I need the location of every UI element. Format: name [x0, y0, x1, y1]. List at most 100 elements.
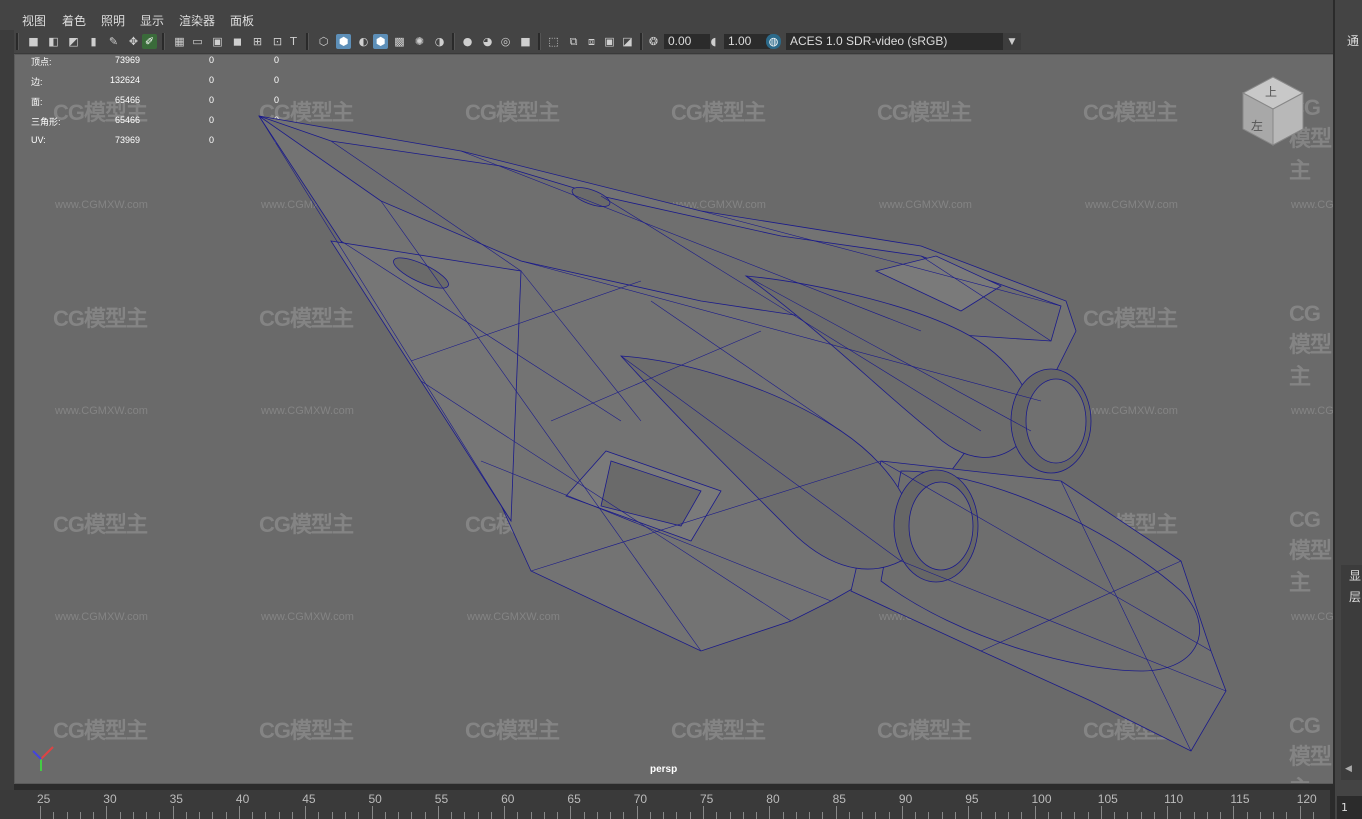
menu-show[interactable]: 显示	[140, 12, 164, 29]
timeline-tick-mark	[543, 812, 545, 819]
layer-tab[interactable]: 层	[1349, 588, 1361, 605]
gamma-icon[interactable]: ◖	[706, 34, 721, 49]
timeline-tick-mark	[358, 812, 360, 819]
timeline-tick-mark	[1233, 806, 1235, 819]
timeline-tick-mark	[40, 806, 41, 819]
exposure-icon[interactable]: ❂	[646, 34, 661, 49]
time-slider[interactable]: 25 30 35 40 45 50 55 60 65 70 75 80 85 90 95 100 105 110 1…	[0, 790, 1330, 819]
right-panel: 通 显 层 ◀ 1	[1333, 0, 1362, 819]
timeline-tick-mark	[172, 806, 174, 819]
timeline-tick-label: 60	[501, 792, 515, 806]
xray-icon[interactable]: ⧉	[566, 34, 581, 49]
timeline-tick-mark	[862, 812, 864, 819]
menu-lighting[interactable]: 照明	[101, 12, 125, 29]
timeline-tick-mark	[729, 812, 731, 819]
axis-gizmo-icon	[32, 746, 54, 771]
camera-select-icon[interactable]: ■	[26, 34, 41, 49]
timeline-tick-mark	[185, 812, 187, 819]
smooth-shade-icon[interactable]: ⬢	[336, 34, 351, 49]
scroll-left-icon[interactable]: ◀	[1345, 764, 1352, 774]
film-gate-icon[interactable]: ▭	[190, 34, 205, 49]
timeline-tick-mark	[809, 812, 811, 819]
timeline-tick-mark	[1180, 812, 1182, 819]
timeline-tick-label: 40	[235, 792, 250, 806]
timeline-tick-label: 100	[1031, 792, 1052, 806]
color-management-dropdown[interactable]: ACES 1.0 SDR-video (sRGB)	[786, 33, 1006, 50]
timeline-tick-mark	[596, 812, 598, 819]
timeline-tick-mark	[1021, 812, 1023, 819]
backface-culling-icon[interactable]: ◪	[620, 34, 635, 49]
resolution-gate-icon[interactable]: ▣	[210, 34, 225, 49]
channel-box-tab[interactable]: 通	[1347, 32, 1359, 49]
timeline-tick-mark	[848, 812, 850, 819]
lights-icon[interactable]: ✺	[412, 34, 427, 49]
timeline-tick-mark	[490, 812, 492, 819]
xray-active-icon[interactable]: ▣	[602, 34, 617, 49]
field-chart-icon[interactable]: ⊞	[250, 34, 265, 49]
default-material-icon[interactable]: ◐	[356, 34, 371, 49]
timeline-tick-mark	[278, 812, 280, 819]
timeline-tick-mark	[742, 812, 744, 819]
motion-blur-icon[interactable]: ◕	[480, 34, 495, 49]
xray-joints-icon[interactable]: ⧈	[584, 34, 599, 49]
menu-bar: 视图 着色 照明 显示 渲染器 面板	[0, 0, 1333, 30]
wireframe-on-shaded-icon[interactable]: ⬢	[373, 34, 388, 49]
menu-panels[interactable]: 面板	[230, 12, 254, 29]
bookmark-icon[interactable]: ◩	[66, 34, 81, 49]
timeline-tick-mark	[1061, 812, 1063, 819]
menu-renderer[interactable]: 渲染器	[179, 12, 215, 29]
isolate-select-icon[interactable]: ⬚	[546, 34, 561, 49]
camera-label: persp	[650, 764, 678, 775]
timeline-tick-mark	[623, 812, 625, 819]
timeline-tick-label: 85	[832, 792, 846, 806]
timeline-tick-mark	[1034, 806, 1036, 819]
grid-icon[interactable]: ▦	[172, 34, 187, 49]
menu-shading[interactable]: 着色	[62, 12, 86, 29]
timeline-tick-mark	[782, 812, 784, 819]
grease-pencil-icon[interactable]: ✥	[126, 34, 141, 49]
current-frame-field[interactable]: 1	[1337, 796, 1362, 819]
2d-pan-icon[interactable]: ✎	[106, 34, 121, 49]
timeline-tick-mark	[79, 812, 81, 819]
multisample-aa-icon[interactable]: ◎	[498, 34, 513, 49]
timeline-tick-mark	[1167, 806, 1169, 819]
exposure-field[interactable]: 0.00	[664, 34, 710, 49]
timeline-tick-mark	[1114, 812, 1116, 819]
timeline-tick-mark	[318, 812, 320, 819]
timeline-tick-mark	[1153, 812, 1155, 819]
wireframe-icon[interactable]: ⬡	[316, 34, 331, 49]
shadows-icon[interactable]: ◑	[432, 34, 447, 49]
chevron-down-icon[interactable]: ▼	[1003, 33, 1021, 50]
timeline-tick-mark	[769, 806, 771, 819]
textured-icon[interactable]: ▩	[392, 34, 407, 49]
timeline-tick-mark	[477, 812, 479, 819]
depth-of-field-icon[interactable]: ■	[518, 34, 533, 49]
gamma-field[interactable]: 1.00	[724, 34, 770, 49]
timeline-tick-label: 45	[302, 792, 316, 806]
toolbar-separator	[640, 33, 643, 50]
safe-action-icon[interactable]: ⊡	[270, 34, 285, 49]
timeline-tick-label: 30	[103, 792, 117, 806]
screen-space-ao-icon[interactable]: ●	[460, 34, 475, 49]
display-tab[interactable]: 显	[1349, 567, 1361, 584]
gate-mask-icon[interactable]: ◼	[230, 34, 245, 49]
timeline-tick-mark	[583, 812, 585, 819]
camera-attributes-icon[interactable]: ◧	[46, 34, 61, 49]
pencil-icon[interactable]: ✐	[142, 34, 157, 49]
timeline-tick-mark	[146, 812, 148, 819]
timeline-tick-label: 65	[567, 792, 581, 806]
menu-view[interactable]: 视图	[22, 12, 46, 29]
safe-title-icon[interactable]: T	[286, 34, 301, 49]
timeline-tick-mark	[504, 806, 506, 819]
viewport-panel[interactable]: CG模型主 www.CGMXW.com CG模型主 www.CGMXW.com CG模型…	[14, 54, 1334, 784]
color-management-icon[interactable]: ◍	[766, 34, 781, 49]
timeline-tick-mark	[928, 812, 930, 819]
timeline-tick-mark	[968, 806, 970, 819]
timeline-tick-mark	[132, 812, 134, 819]
timeline-tick-mark	[689, 812, 691, 819]
timeline-tick-mark	[344, 812, 346, 819]
timeline-tick-label: 70	[633, 792, 648, 806]
timeline-tick-mark	[636, 806, 638, 819]
image-plane-icon[interactable]: ▮	[86, 34, 101, 49]
timeline-tick-mark	[371, 806, 373, 819]
